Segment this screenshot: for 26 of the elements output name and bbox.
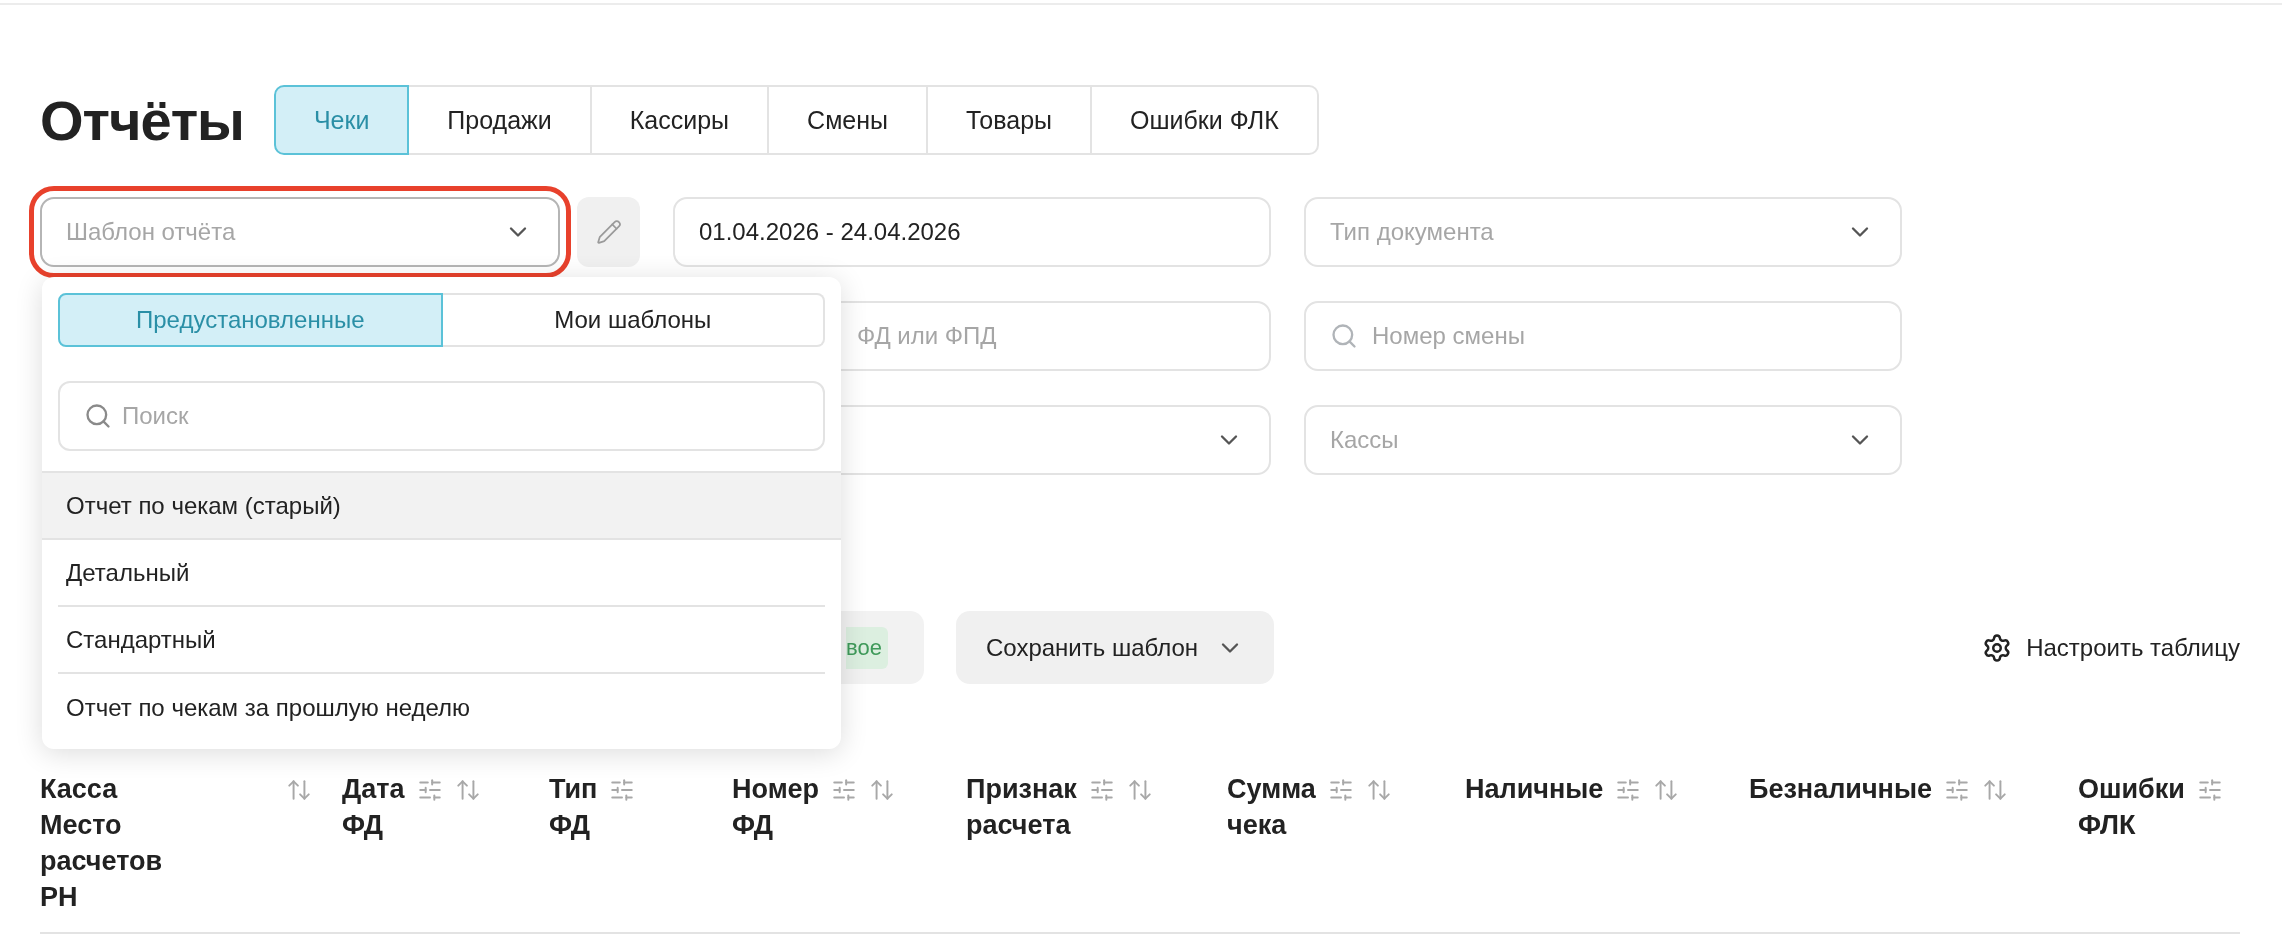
settings-icon xyxy=(1982,632,2013,663)
search-icon xyxy=(84,402,112,430)
column-header: Сумма чека xyxy=(1227,773,1316,842)
column-header: Наличные xyxy=(1465,773,1604,806)
column-header: Признак расчета xyxy=(966,773,1077,842)
column-header: Тип ФД xyxy=(549,773,598,842)
template-tab[interactable]: Мои шаблоны xyxy=(442,293,825,347)
date-range-field[interactable]: 01.04.2026 - 24.04.2026 xyxy=(673,197,1271,267)
status-tag: вое xyxy=(846,626,888,669)
column-header: Ошибки ФЛК xyxy=(2078,773,2185,842)
save-template-button[interactable]: Сохранить шаблон xyxy=(956,611,1275,684)
report-tab[interactable]: Смены xyxy=(767,85,928,155)
report-tab[interactable]: Ошибки ФЛК xyxy=(1090,85,1319,155)
edit-button[interactable] xyxy=(577,197,640,267)
pencil-icon xyxy=(595,219,622,245)
report-tab[interactable]: Товары xyxy=(926,85,1092,155)
column-header: Касса Место расчетов РН xyxy=(40,773,163,914)
report-tab[interactable]: Продажи xyxy=(407,85,592,155)
column-header: Номер ФД xyxy=(732,773,820,842)
search-icon xyxy=(1330,322,1358,350)
template-option[interactable]: Отчет по чекам (старый) xyxy=(42,473,841,540)
column-header: Дата ФД xyxy=(342,773,405,842)
page-title: Отчёты xyxy=(40,87,244,153)
configure-table-button[interactable]: Настроить таблицу xyxy=(1982,632,2240,663)
report-tab[interactable]: Кассиры xyxy=(589,85,770,155)
column-header: Безналичные xyxy=(1749,773,1932,806)
